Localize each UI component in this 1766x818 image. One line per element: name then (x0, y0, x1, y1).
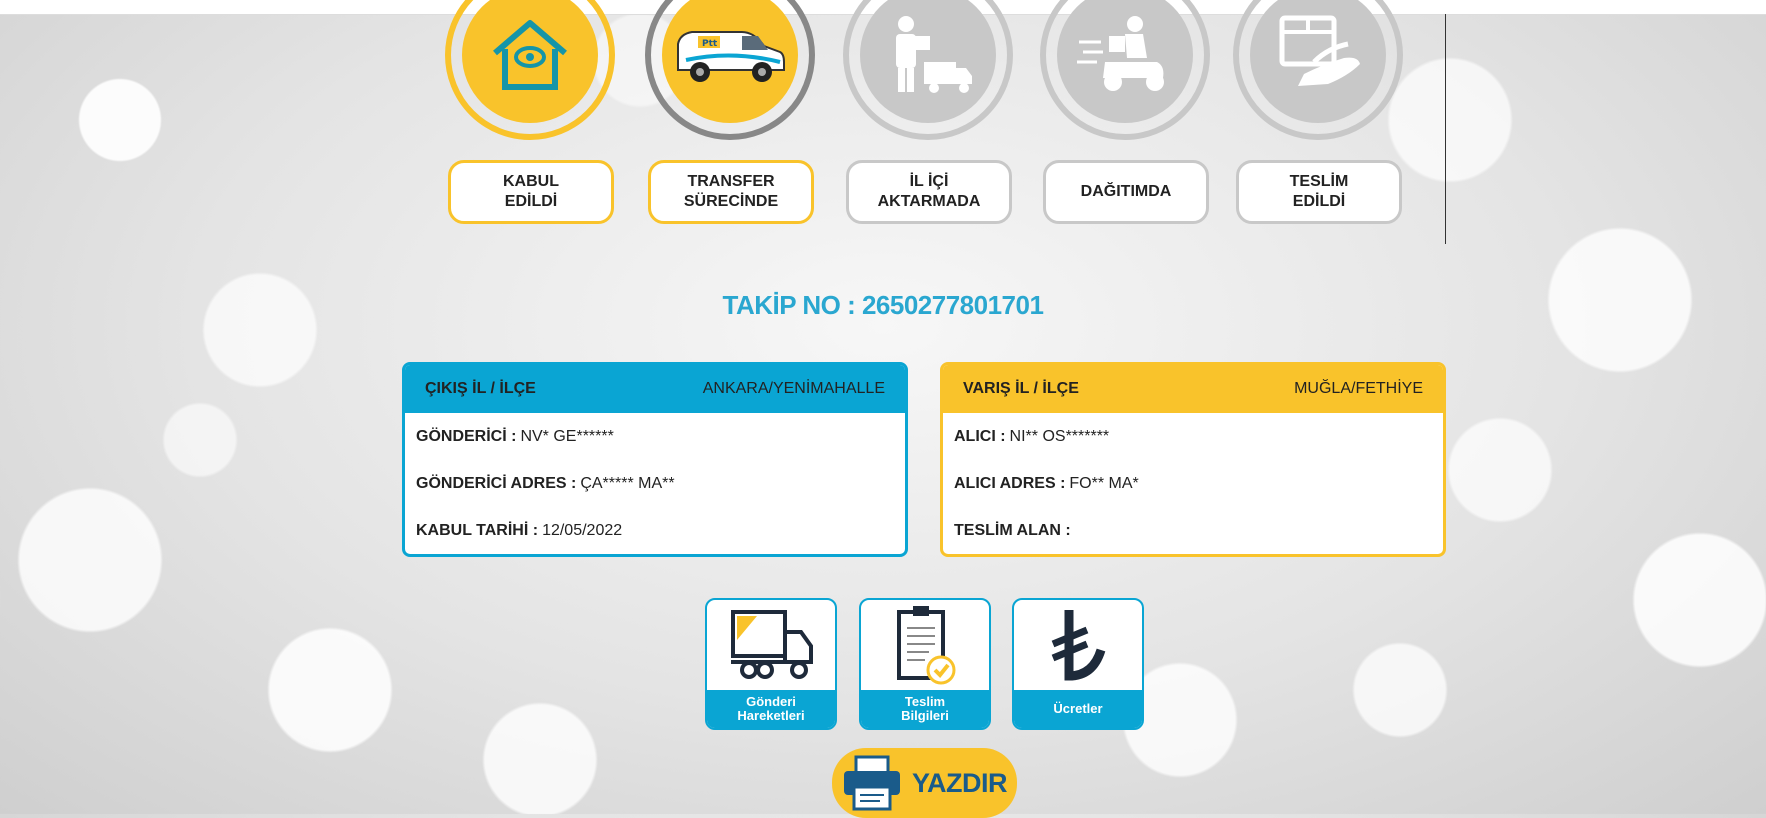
step-label: TESLİM EDİLDİ (1236, 160, 1402, 224)
svg-text:Ptt: Ptt (702, 39, 718, 49)
accept-date-label: KABUL TARİHİ : (416, 521, 539, 539)
origin-header-value: ANKARA/YENİMAHALLE (702, 380, 885, 397)
divider-line (1445, 14, 1446, 244)
destination-header: VARIŞ İL / İLÇE MUĞLA/FETHİYE (943, 365, 1443, 413)
destination-header-label: VARIŞ İL / İLÇE (963, 380, 1079, 397)
step-label: İL İÇİ AKTARMADA (846, 160, 1012, 224)
accept-date-row: KABUL TARİHİ : 12/05/2022 (405, 507, 905, 554)
tracking-number: TAKİP NO : 2650277801701 (722, 290, 1044, 320)
sender-address-label: GÖNDERİCİ ADRES : (416, 474, 577, 492)
tile-label: Gönderi Hareketleri (707, 690, 835, 728)
step-label: DAĞITIMDA (1043, 160, 1209, 224)
clipboard-check-icon (861, 600, 989, 692)
receiver-address-label: ALICI ADRES : (954, 474, 1066, 492)
receiver-address-value: FO** MA* (1069, 474, 1139, 492)
receiver-address-row: ALICI ADRES : FO** MA* (943, 460, 1443, 507)
receiver-label: ALICI : (954, 427, 1006, 445)
fees-button[interactable]: Ücretler (1012, 598, 1144, 730)
destination-card: VARIŞ İL / İLÇE MUĞLA/FETHİYE ALICI : NI… (940, 362, 1446, 557)
origin-card: ÇIKIŞ İL / İLÇE ANKARA/YENİMAHALLE GÖNDE… (402, 362, 908, 557)
sender-address-value: ÇA***** MA** (580, 474, 675, 492)
print-button[interactable]: YAZDIR (832, 748, 1017, 818)
receiver-row: ALICI : NI** OS******* (943, 413, 1443, 460)
origin-header-label: ÇIKIŞ İL / İLÇE (425, 380, 536, 397)
delivered-to-row: TESLİM ALAN : (943, 507, 1443, 554)
step-kabul-edildi: KABUL EDİLDİ (445, 0, 615, 230)
tile-label: Ücretler (1014, 690, 1142, 728)
delivery-info-button[interactable]: Teslim Bilgileri (859, 598, 991, 730)
tile-label: Teslim Bilgileri (861, 690, 989, 728)
truck-monitor-icon (707, 600, 835, 692)
origin-header: ÇIKIŞ İL / İLÇE ANKARA/YENİMAHALLE (405, 365, 905, 413)
step-label: TRANSFER SÜRECİNDE (648, 160, 814, 224)
sender-address-row: GÖNDERİCİ ADRES : ÇA***** MA** (405, 460, 905, 507)
lira-icon (1014, 600, 1142, 692)
sender-row: GÖNDERİCİ : NV* GE****** (405, 413, 905, 460)
printer-icon (832, 755, 912, 811)
sender-value: NV* GE****** (520, 427, 614, 445)
step-il-ici-aktarmada: İL İÇİ AKTARMADA (843, 0, 1013, 230)
receiver-value: NI** OS******* (1009, 427, 1110, 445)
step-label: KABUL EDİLDİ (448, 160, 614, 224)
shipment-movements-button[interactable]: Gönderi Hareketleri (705, 598, 837, 730)
step-dagitimda: DAĞITIMDA (1040, 0, 1210, 230)
print-label: YAZDIR (912, 767, 1008, 798)
accept-date-value: 12/05/2022 (542, 521, 623, 539)
sender-label: GÖNDERİCİ : (416, 427, 517, 445)
delivered-to-label: TESLİM ALAN : (954, 521, 1071, 539)
step-transfer-surecinde: Ptt TRANSFER SÜRECİNDE (645, 0, 815, 230)
step-teslim-edildi: TESLİM EDİLDİ (1233, 0, 1403, 230)
destination-header-value: MUĞLA/FETHİYE (1294, 380, 1423, 397)
